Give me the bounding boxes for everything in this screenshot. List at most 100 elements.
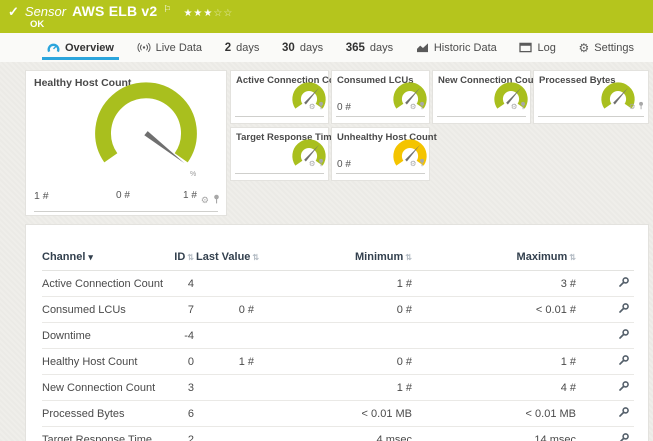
cell-minimum: 4 msec (256, 426, 414, 441)
panel-divider (235, 173, 324, 174)
tab-overview[interactable]: Overview (42, 33, 119, 62)
gauge-max-label: 1 # (183, 190, 197, 201)
cell-last-value (196, 270, 256, 297)
tab-30-days[interactable]: 30 days (277, 33, 328, 62)
star-icon[interactable]: ☆ (223, 8, 233, 19)
tab-settings[interactable]: ⚙ Settings (573, 33, 639, 62)
table-row-downtime[interactable]: Downtime -4 (42, 322, 634, 349)
gauge-panel-processed-bytes: Processed Bytes ⚙ (533, 70, 649, 124)
gear-icon[interactable]: ⚙ (511, 102, 518, 111)
historic-data-icon (416, 42, 429, 53)
panel-divider (336, 173, 425, 174)
tab-label-strong: 2 (224, 41, 232, 54)
cell-minimum: 0 # (256, 348, 414, 375)
table-row-processed-bytes[interactable]: Processed Bytes 6 < 0.01 MB < 0.01 MB (42, 400, 634, 427)
cell-last-value (196, 322, 256, 349)
cell-minimum: 1 # (256, 374, 414, 401)
column-header-channel[interactable]: Channel ▾ (42, 245, 164, 271)
column-header-minimum[interactable]: Minimum ⇅ (256, 245, 414, 271)
cell-minimum: < 0.01 MB (256, 400, 414, 427)
cell-last-value: 0 # (196, 296, 256, 323)
cell-maximum: 4 # (414, 374, 578, 401)
tab-historic-data[interactable]: Historic Data (411, 33, 502, 62)
channel-settings-icon[interactable] (618, 354, 630, 369)
pin-icon[interactable] (213, 191, 220, 209)
gauge-panel-consumed-lcus: Consumed LCUs 0 # ⚙ (331, 70, 430, 124)
column-header-last-value[interactable]: Last Value ⇅ (196, 245, 259, 271)
tab-label-strong: 365 (345, 41, 365, 54)
cell-minimum (256, 322, 414, 349)
cell-id: 0 (164, 348, 196, 375)
tab-label: days (236, 41, 260, 54)
pin-icon[interactable] (638, 99, 644, 114)
gauge-panel-new-connection-count: New Connection Count ⚙ (432, 70, 543, 124)
table-row-healthy-host-count[interactable]: Healthy Host Count 0 1 #0 #1 # (42, 348, 634, 375)
channel-settings-icon[interactable] (618, 380, 630, 395)
tab-2-days[interactable]: 2 days (220, 33, 265, 62)
pin-icon[interactable] (419, 99, 425, 114)
cell-maximum: 3 # (414, 270, 578, 297)
column-header-actions (578, 245, 634, 271)
sort-desc-icon: ▾ (88, 252, 93, 262)
sensor-name: AWS ELB v2 (72, 3, 158, 19)
gear-icon[interactable]: ⚙ (629, 102, 636, 111)
column-header-maximum[interactable]: Maximum ⇅ (414, 245, 578, 271)
star-icon[interactable]: ★ (193, 8, 203, 19)
column-header-id[interactable]: ID ⇅ (164, 245, 196, 271)
channel-settings-icon[interactable] (618, 302, 630, 317)
tab-label: Historic Data (433, 41, 497, 54)
tab-label: Settings (594, 41, 634, 54)
cell-minimum: 1 # (256, 270, 414, 297)
gear-icon[interactable]: ⚙ (410, 102, 417, 111)
tab-log[interactable]: Log (514, 33, 560, 62)
tab-label: days (299, 41, 324, 54)
channel-table-panel: Channel ▾ ID ⇅ Last Value ⇅ Minimum ⇅ Maximum ⇅ A… (25, 224, 649, 441)
cell-maximum: < 0.01 # (414, 296, 578, 323)
cell-id: -4 (164, 322, 196, 349)
cell-channel: Downtime (42, 322, 164, 349)
table-row-target-response-time[interactable]: Target Response Time 2 4 msec 14 msec (42, 426, 634, 441)
settings-gear-icon: ⚙ (578, 40, 590, 55)
gauge-scale-mark: % (190, 171, 197, 178)
cell-channel: Processed Bytes (42, 400, 164, 427)
gauge-panel-unhealthy-host-count: Unhealthy Host Count 0 # ⚙ (331, 127, 437, 181)
channel-settings-icon[interactable] (618, 406, 630, 421)
table-row-consumed-lcus[interactable]: Consumed LCUs 7 0 #0 # < 0.01 # (42, 296, 634, 323)
cell-last-value (196, 400, 256, 427)
gear-icon[interactable]: ⚙ (309, 102, 316, 111)
cell-id: 4 (164, 270, 196, 297)
gauge-current-value: 1 # (34, 190, 49, 202)
pin-icon[interactable] (419, 156, 425, 171)
cell-channel: Consumed LCUs (42, 296, 164, 323)
gauge-current-value: 0 # (337, 102, 351, 113)
star-icon[interactable]: ★ (203, 8, 213, 19)
pin-icon[interactable] (520, 99, 526, 114)
pin-icon[interactable] (318, 156, 324, 171)
channel-settings-icon[interactable] (618, 276, 630, 291)
tab-365-days[interactable]: 365 days (341, 33, 398, 62)
channel-table: Channel ▾ ID ⇅ Last Value ⇅ Minimum ⇅ Maximum ⇅ A… (42, 245, 634, 441)
panel-divider (34, 211, 218, 212)
table-row-new-connection-count[interactable]: New Connection Count 3 1 #4 # (42, 374, 634, 401)
star-icon[interactable]: ★ (183, 8, 193, 19)
cell-last-value (196, 426, 256, 441)
gauge-current-value: 0 # (337, 159, 351, 170)
star-icon[interactable]: ☆ (213, 8, 223, 19)
gauge-panel-active-connection-count: Active Connection Count ⚙ (230, 70, 349, 124)
priority-stars[interactable]: ★★★☆☆ (183, 8, 233, 19)
tab-live-data[interactable]: Live Data (132, 33, 207, 62)
pin-icon[interactable] (318, 99, 324, 114)
tab-label: days (369, 41, 394, 54)
sensor-status-badge: OK (30, 19, 45, 30)
status-ok-check-icon: ✓ (8, 4, 19, 19)
gear-icon[interactable]: ⚙ (309, 159, 316, 168)
gear-icon[interactable]: ⚙ (201, 195, 209, 205)
channel-settings-icon[interactable] (618, 432, 630, 441)
tab-label: Log (537, 41, 556, 54)
channel-settings-icon[interactable] (618, 328, 630, 343)
table-row-active-connection-count[interactable]: Active Connection Count 4 1 #3 # (42, 270, 634, 297)
gear-icon[interactable]: ⚙ (410, 159, 417, 168)
cell-maximum: 14 msec (414, 426, 578, 441)
cell-channel: Healthy Host Count (42, 348, 164, 375)
cell-last-value: 1 # (196, 348, 256, 375)
